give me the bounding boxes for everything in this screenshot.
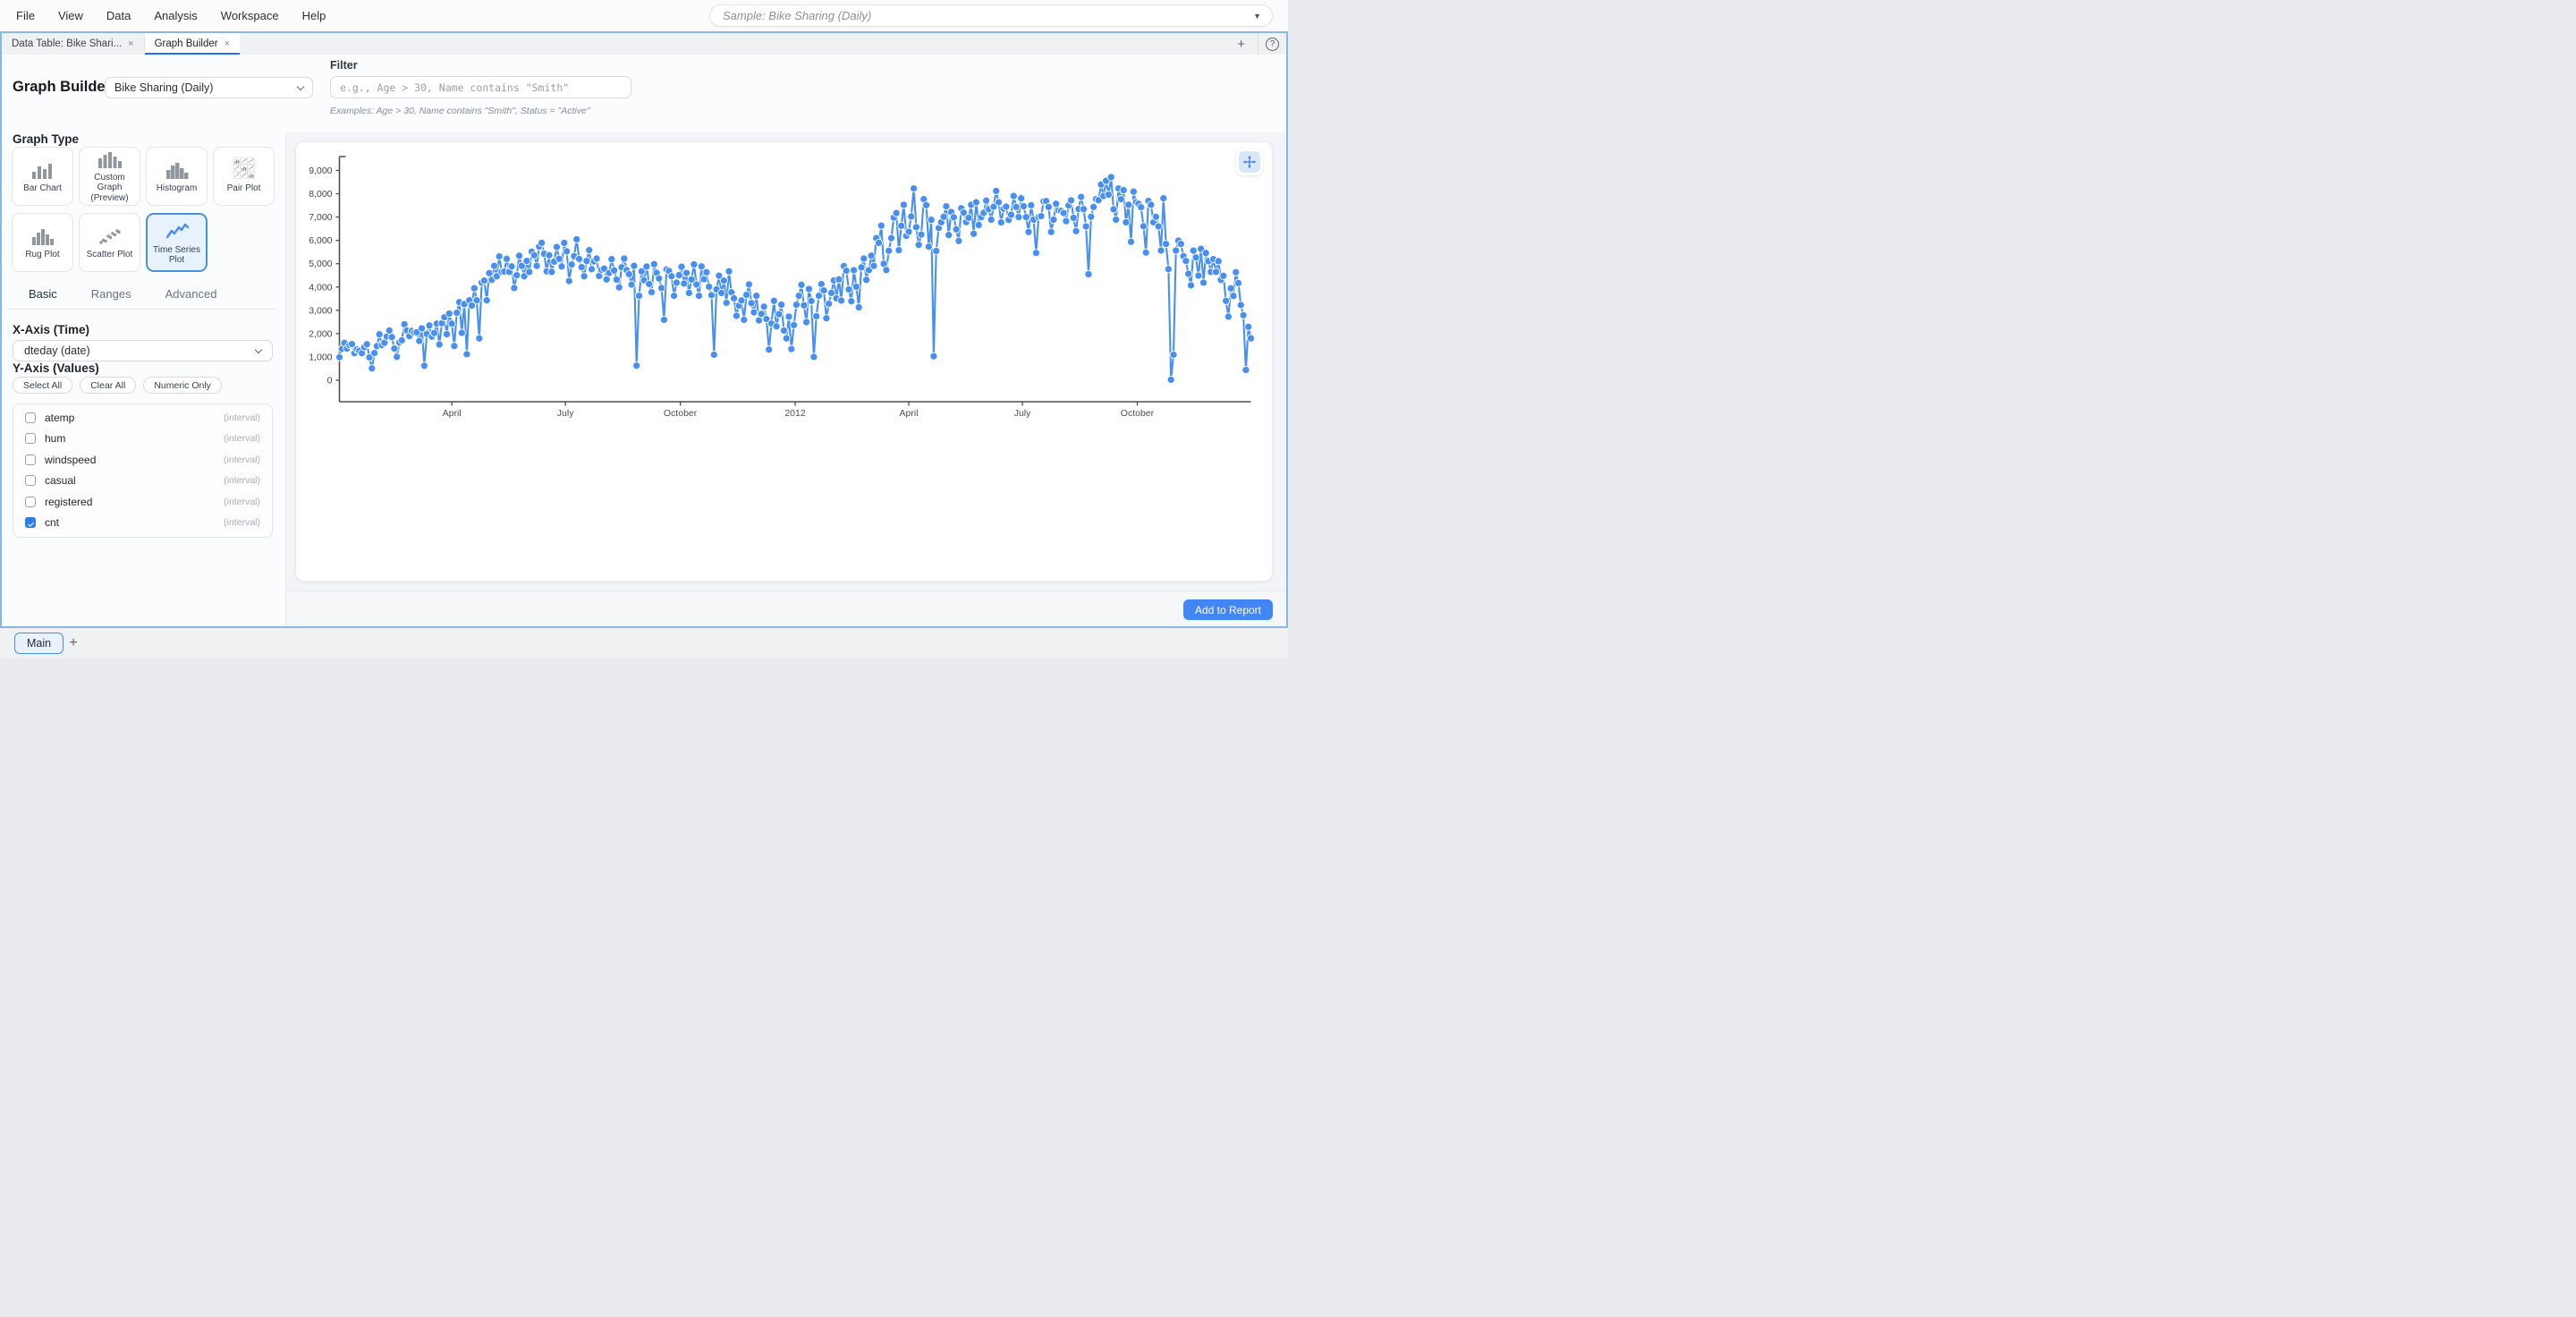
svg-text:6,000: 6,000 [309,235,332,246]
y-axis-field-list: atemp (interval) hum (interval) windspee… [13,404,273,538]
custom-graph-icon [97,149,123,169]
page-title: Graph Builder [13,79,111,96]
menu-bar: File View Data Analysis Workspace Help Sample… [0,0,1288,31]
y-axis-buttons: Select All Clear All Numeric Only [13,377,222,394]
graph-type-grid: Bar Chart Custom Graph (Preview) Histogr… [12,147,276,272]
svg-text:4,000: 4,000 [309,282,332,293]
menu-item-view[interactable]: View [58,9,83,22]
footer-bar: Add to Report [286,591,1286,626]
graph-type-scatter-plot[interactable]: Scatter Plot [79,213,140,272]
checkbox-hum[interactable] [25,433,36,444]
svg-text:2,000: 2,000 [309,328,332,339]
tab-data-table[interactable]: Data Table: Bike Shari... × [2,33,144,55]
svg-text:2012: 2012 [784,408,806,419]
graph-type-bar-chart[interactable]: Bar Chart [12,147,73,206]
bar-chart-icon [30,158,55,180]
graph-type-time-series-plot[interactable]: Time Series Plot [146,213,208,272]
svg-text:July: July [557,408,574,419]
svg-text:7,000: 7,000 [309,212,332,223]
panel-tab-advanced[interactable]: Advanced [165,287,217,301]
menu-item-help[interactable]: Help [302,9,326,22]
y-axis-label: Y-Axis (Values) [13,361,99,375]
svg-text:April: April [900,408,919,419]
svg-text:9,000: 9,000 [309,166,332,176]
svg-text:October: October [664,408,698,419]
svg-text:April: April [443,408,462,419]
menu-item-workspace[interactable]: Workspace [221,9,279,22]
panel-tabs-divider [7,309,277,310]
close-icon[interactable]: × [128,38,133,49]
graph-type-label: Graph Type [13,132,79,146]
document-tab-bar: Data Table: Bike Shari... × Graph Builde… [2,33,1286,55]
svg-text:0: 0 [327,376,333,387]
menu-items: File View Data Analysis Workspace Help [16,0,326,31]
graph-type-histogram[interactable]: Histogram [146,147,208,206]
svg-text:5,000: 5,000 [309,259,332,269]
add-sheet-button[interactable]: + [63,633,84,654]
timeseries-plot: 0 1,000 2,000 3,000 4,000 5,000 6,000 7,000 8,00… [296,142,1274,582]
panel-tab-ranges[interactable]: Ranges [91,287,131,301]
help-button[interactable]: ? [1266,38,1279,51]
time-series-icon [164,220,191,242]
chevron-down-icon [297,82,304,89]
field-row-hum[interactable]: hum (interval) [13,429,272,450]
pan-tool-container [1236,149,1263,175]
select-all-button[interactable]: Select All [13,377,72,394]
sample-dataset-selector[interactable]: Sample: Bike Sharing (Daily) ▼ [709,4,1273,27]
workspace-panel: Data Table: Bike Shari... × Graph Builde… [0,31,1288,628]
field-row-windspeed[interactable]: windspeed (interval) [13,449,272,471]
move-icon [1242,155,1257,169]
pan-tool-button[interactable] [1239,151,1260,173]
chart-card: 0 1,000 2,000 3,000 4,000 5,000 6,000 7,000 8,00… [295,141,1273,582]
clear-all-button[interactable]: Clear All [80,377,136,394]
filter-label: Filter [330,59,358,72]
sheet-tab-main[interactable]: Main [14,633,64,654]
graph-type-custom-graph-preview[interactable]: Custom Graph (Preview) [79,147,140,206]
x-axis-label: X-Axis (Time) [13,323,89,336]
column-divider [285,132,286,626]
checkbox-windspeed[interactable] [25,455,36,465]
sample-dataset-value: Sample: Bike Sharing (Daily) [723,9,1253,22]
svg-text:July: July [1014,408,1031,419]
graph-builder-content: Graph Builder Bike Sharing (Daily) Filte… [2,55,1286,626]
svg-text:3,000: 3,000 [309,305,332,316]
chevron-down-icon [255,345,262,353]
svg-text:8,000: 8,000 [309,189,332,200]
checkbox-cnt[interactable] [25,517,36,528]
filter-input[interactable] [330,76,631,98]
rug-plot-icon [30,225,55,246]
field-row-casual[interactable]: casual (interval) [13,471,272,492]
checkbox-casual[interactable] [25,475,36,486]
menu-item-data[interactable]: Data [106,9,131,22]
field-row-registered[interactable]: registered (interval) [13,491,272,513]
svg-text:1,000: 1,000 [309,352,332,362]
graph-type-rug-plot[interactable]: Rug Plot [12,213,73,272]
x-axis-select[interactable]: dteday (date) [13,340,273,361]
pair-plot-icon [233,158,256,180]
svg-text:October: October [1121,408,1155,419]
app-window: File View Data Analysis Workspace Help Sample… [0,0,1288,658]
add-to-report-button[interactable]: Add to Report [1183,599,1273,620]
tab-graph-builder[interactable]: Graph Builder × [145,33,240,55]
field-row-cnt[interactable]: cnt (interval) [13,513,272,534]
panel-tabs: Basic Ranges Advanced [13,287,216,301]
scatter-plot-icon [97,225,123,246]
histogram-icon [165,158,190,180]
checkbox-atemp[interactable] [25,412,36,423]
menu-item-analysis[interactable]: Analysis [154,9,197,22]
filter-examples: Examples: Age > 30, Name contains "Smith… [330,106,590,116]
chevron-down-icon: ▼ [1253,12,1261,21]
numeric-only-button[interactable]: Numeric Only [143,377,222,394]
checkbox-registered[interactable] [25,497,36,507]
dataset-select[interactable]: Bike Sharing (Daily) [105,77,313,98]
close-icon[interactable]: × [225,38,230,49]
panel-tab-basic[interactable]: Basic [29,287,57,301]
graph-type-pair-plot[interactable]: Pair Plot [213,147,275,206]
field-row-atemp[interactable]: atemp (interval) [13,407,272,429]
menu-item-file[interactable]: File [16,9,35,22]
sheet-bar: Main + [0,628,1288,658]
add-tab-button[interactable]: + [1224,37,1258,52]
